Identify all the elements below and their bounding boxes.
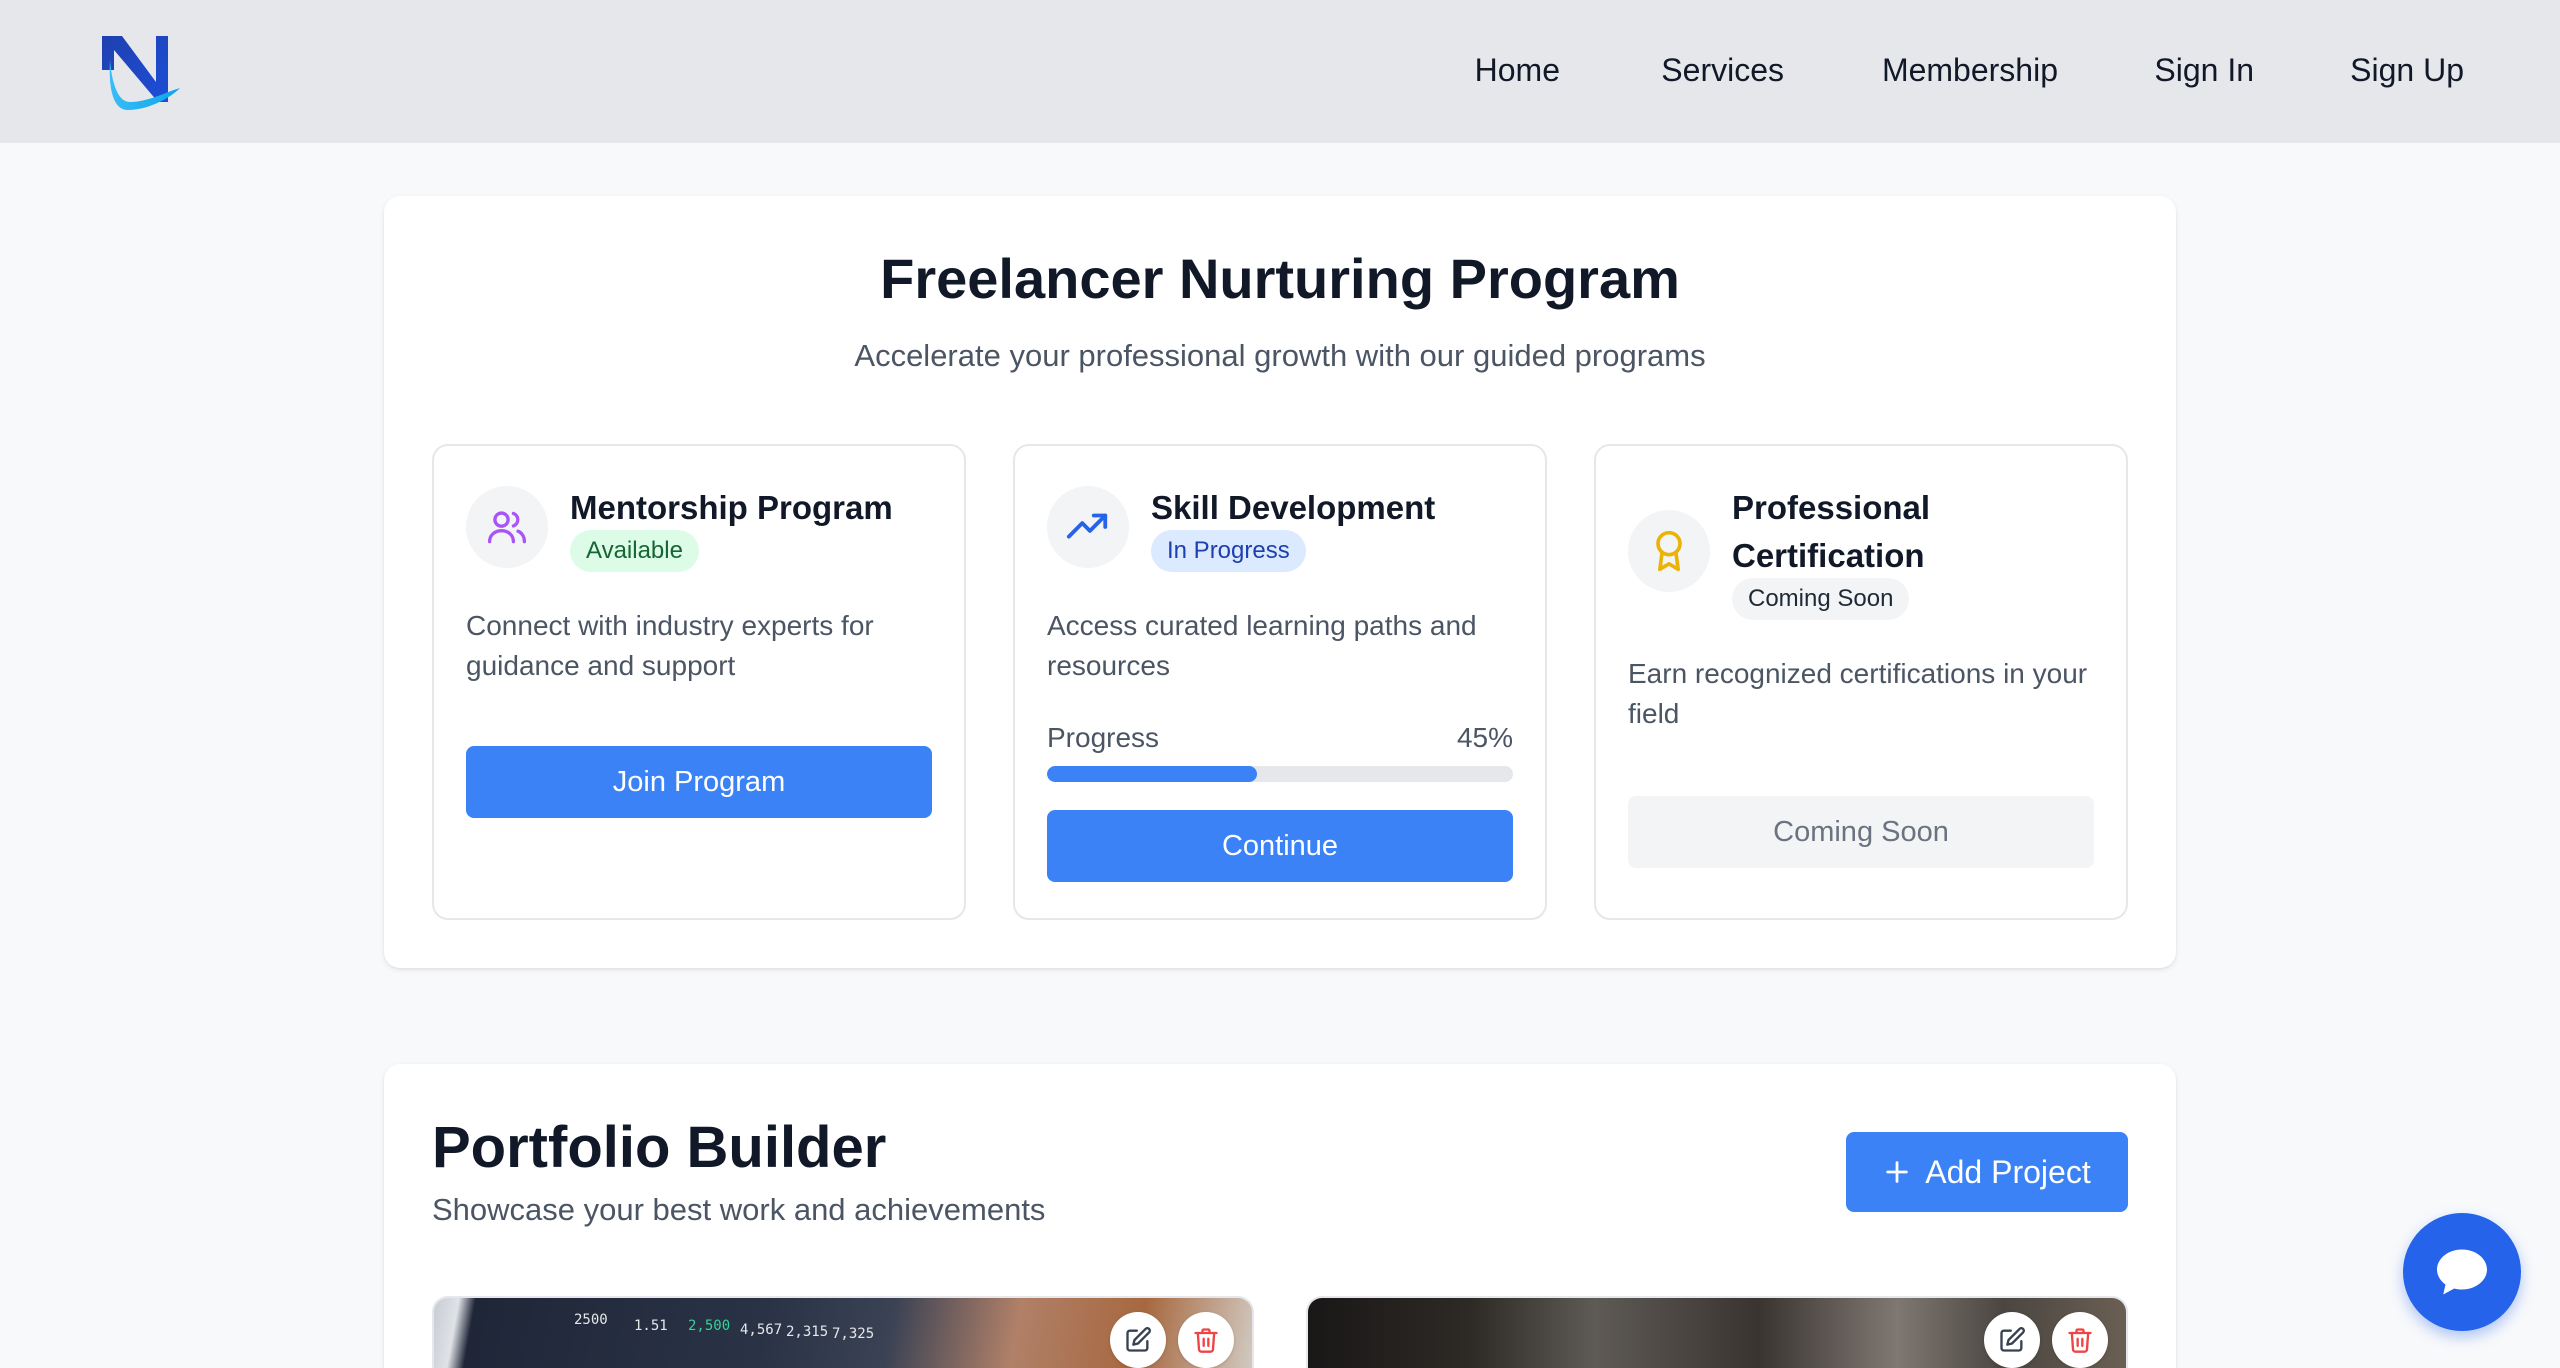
add-project-button[interactable]: Add Project xyxy=(1846,1132,2128,1212)
section-title: Portfolio Builder xyxy=(432,1115,887,1180)
edit-icon xyxy=(2000,1327,2025,1352)
trending-up-icon xyxy=(1047,486,1129,568)
card-description: Connect with industry experts for guidan… xyxy=(466,610,874,681)
dashboard-value: 1.51 xyxy=(634,1318,668,1334)
card-title: Professional Certification xyxy=(1732,489,1931,574)
dashboard-value: 4,567 xyxy=(740,1322,783,1338)
progress-percentage: 45% xyxy=(1456,722,1513,753)
nav-sign-up-link[interactable]: Sign Up xyxy=(2350,52,2464,89)
chat-button[interactable] xyxy=(2403,1213,2521,1331)
section-subtitle: Showcase your best work and achievements xyxy=(432,1192,1046,1227)
card-description: Access curated learning paths and resour… xyxy=(1047,610,1477,681)
section-subtitle: Accelerate your professional growth with… xyxy=(854,338,1706,373)
trash-icon xyxy=(1194,1328,1218,1353)
progress-bar xyxy=(1047,766,1513,782)
progress-bar-fill xyxy=(1047,766,1257,782)
award-icon xyxy=(1628,510,1710,592)
program-card-skill-development: Skill Development In Progress Access cur… xyxy=(1013,444,1547,920)
project-card[interactable]: 2500 1.51 2,500 4,567 2,315 7,325 xyxy=(432,1296,1254,1368)
continue-button[interactable]: Continue xyxy=(1047,810,1513,882)
card-title: Skill Development xyxy=(1151,489,1436,526)
status-badge: Coming Soon xyxy=(1732,578,1910,620)
nurturing-program-section: Freelancer Nurturing Program Accelerate … xyxy=(384,196,2176,968)
top-navigation-bar: Home Services Membership Sign In Sign Up xyxy=(0,0,2560,143)
project-card[interactable] xyxy=(1306,1296,2128,1368)
section-title: Freelancer Nurturing Program xyxy=(880,247,1680,310)
join-program-button[interactable]: Join Program xyxy=(466,746,932,818)
coming-soon-button[interactable]: Coming Soon xyxy=(1628,796,2094,868)
status-badge: Available xyxy=(570,530,699,572)
logo-n-icon xyxy=(102,36,180,110)
delete-project-button[interactable] xyxy=(2052,1312,2108,1368)
users-icon xyxy=(466,486,548,568)
chat-bubble-icon xyxy=(2437,1249,2487,1295)
card-description: Earn recognized certifications in your f… xyxy=(1628,658,2088,729)
card-title: Mentorship Program xyxy=(570,489,893,526)
progress-label: Progress xyxy=(1047,722,1160,753)
brand-logo[interactable] xyxy=(96,30,184,112)
plus-icon xyxy=(1886,1161,1909,1183)
program-card-mentorship: Mentorship Program Available Connect wit… xyxy=(432,444,966,920)
nav-sign-in-link[interactable]: Sign In xyxy=(2154,52,2254,89)
edit-project-button[interactable] xyxy=(1984,1312,2040,1368)
program-card-certification: Professional Certification Coming Soon E… xyxy=(1594,444,2128,920)
nav-membership-link[interactable]: Membership xyxy=(1882,52,2058,89)
edit-project-button[interactable] xyxy=(1110,1312,1166,1368)
add-project-label: Add Project xyxy=(1925,1153,2091,1190)
portfolio-builder-section: Portfolio Builder Showcase your best wor… xyxy=(384,1064,2176,1368)
edit-icon xyxy=(1126,1327,1151,1352)
dashboard-value: 2,315 xyxy=(786,1324,829,1340)
dashboard-value: 2500 xyxy=(574,1312,608,1328)
status-badge: In Progress xyxy=(1151,530,1306,572)
delete-project-button[interactable] xyxy=(1178,1312,1234,1368)
dashboard-value: 2,500 xyxy=(688,1318,731,1334)
nav-services-link[interactable]: Services xyxy=(1661,52,1784,89)
nav-home-link[interactable]: Home xyxy=(1475,52,1560,89)
trash-icon xyxy=(2068,1328,2092,1353)
dashboard-value: 7,325 xyxy=(832,1326,875,1342)
